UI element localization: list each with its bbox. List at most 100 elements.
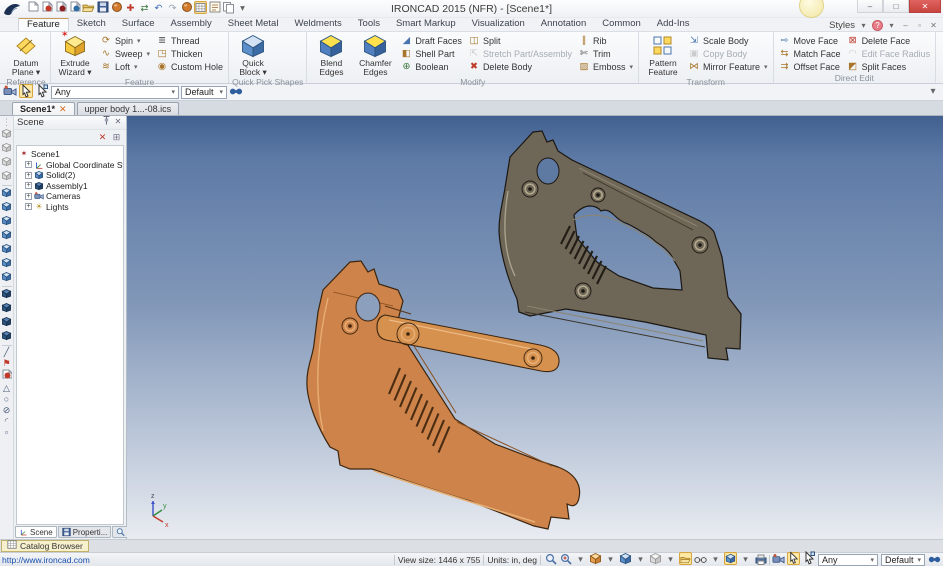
tab-sheet-metal[interactable]: Sheet Metal	[220, 17, 287, 31]
zoom-extents-button[interactable]	[559, 552, 572, 566]
loft-button[interactable]: ≋Loft▾	[98, 61, 152, 73]
blue-cube-button[interactable]	[1, 271, 12, 285]
split-button[interactable]: ◫Split	[466, 35, 574, 47]
minimize-ribbon-button[interactable]: –	[900, 20, 911, 32]
minimize-button[interactable]: –	[857, 0, 883, 13]
help-button[interactable]: ?	[872, 20, 883, 31]
rib-button[interactable]: ∥Rib	[576, 35, 635, 47]
chamfer-edges-button[interactable]: ChamferEdges	[354, 33, 396, 77]
delete-face-button[interactable]: ⊠Delete Face	[845, 35, 933, 47]
polyline-button[interactable]: ╱	[1, 347, 12, 358]
expand-icon[interactable]: +	[25, 172, 32, 179]
panel-tab-properti[interactable]: Properti...	[58, 526, 112, 538]
emboss-button[interactable]: ▨Emboss▾	[576, 61, 635, 73]
stretch-part-assembly-button[interactable]: ⇱Stretch Part/Assembly	[466, 48, 574, 60]
cad-model-upper-body-dark[interactable]	[499, 131, 741, 360]
gray-cube-button[interactable]	[1, 142, 12, 156]
expand-icon[interactable]: +	[25, 161, 32, 168]
draft-faces-button[interactable]: ◢Draft Faces	[398, 35, 464, 47]
save-button[interactable]	[96, 1, 109, 17]
styles-caret-button[interactable]: ▾	[886, 20, 897, 32]
ironcad-link[interactable]: http://www.ironcad.com	[2, 555, 120, 565]
close-button[interactable]: ✕	[909, 0, 941, 13]
navy-cube-button[interactable]	[1, 330, 12, 344]
extrude-wizard-button[interactable]: ✶ExtrudeWizard ▾	[54, 33, 96, 77]
offset-face-button[interactable]: ⇉Offset Face	[777, 61, 843, 73]
3d-viewport[interactable]: z y x	[127, 116, 943, 539]
delete-body-button[interactable]: ✖Delete Body	[466, 61, 574, 73]
thread-button[interactable]: ≣Thread	[154, 35, 225, 47]
tab-add-ins[interactable]: Add-Ins	[649, 17, 698, 31]
tree-item-global-coordinate-system[interactable]: +Global Coordinate System	[19, 160, 123, 171]
more-button[interactable]: ▾	[236, 2, 249, 15]
add-red-button[interactable]: ✚	[124, 2, 137, 15]
expand-icon[interactable]: +	[25, 193, 32, 200]
scale-body-button[interactable]: ⇲Scale Body	[686, 35, 770, 47]
scene-mode-button[interactable]	[3, 84, 17, 100]
update-tree-button[interactable]: ⊞	[111, 132, 122, 143]
scene-settings-cube-button[interactable]	[724, 552, 737, 566]
blend-edges-button[interactable]: BlendEdges	[310, 33, 352, 77]
boolean-button[interactable]: ⊕Boolean	[398, 61, 464, 73]
restore-button[interactable]: □	[883, 0, 909, 13]
gray-cube-button[interactable]	[1, 156, 12, 170]
status-configuration-combo[interactable]: Default▾	[881, 554, 925, 566]
new-scene-button[interactable]	[26, 1, 39, 17]
styles-menu[interactable]: Styles	[829, 20, 855, 31]
navy-cube-button[interactable]	[1, 302, 12, 316]
edit-doc-button[interactable]	[68, 1, 81, 17]
catalog-item-button[interactable]	[194, 1, 207, 16]
sphere-button[interactable]	[180, 1, 193, 17]
tab-smart-markup[interactable]: Smart Markup	[388, 17, 464, 31]
render-options-button[interactable]	[589, 552, 602, 566]
mirror-feature-button[interactable]: ⋈Mirror Feature▾	[686, 61, 770, 73]
link-parts-button[interactable]: ⇄	[138, 2, 151, 15]
gray-cube-button[interactable]	[1, 128, 12, 142]
blue-cube-button[interactable]	[1, 229, 12, 243]
shell-part-button[interactable]: ◧Shell Part	[398, 48, 464, 60]
close-doc-button[interactable]	[54, 1, 67, 17]
render-print-button[interactable]	[754, 553, 767, 566]
document-tab-upper-body-1-08-ics[interactable]: upper body 1...-08.ics	[77, 102, 180, 115]
split-faces-button[interactable]: ◩Split Faces	[845, 61, 933, 73]
thicken-button[interactable]: ◳Thicken	[154, 48, 225, 60]
triangle-button[interactable]: △	[1, 383, 12, 394]
close-ribbon-button[interactable]: ✕	[928, 20, 939, 32]
red-pin-button[interactable]: ⚑	[1, 358, 12, 369]
blue-cube-button[interactable]	[1, 257, 12, 271]
circle-button[interactable]: ○	[1, 394, 12, 405]
tab-common[interactable]: Common	[594, 17, 649, 31]
copy-body-button[interactable]: ▣Copy Body	[686, 48, 770, 60]
select-cursor-button[interactable]	[787, 552, 800, 566]
redo-button[interactable]: ↷	[166, 2, 179, 15]
scene-mode-button[interactable]	[772, 552, 785, 566]
pin-button[interactable]	[101, 116, 111, 130]
tab-surface[interactable]: Surface	[114, 17, 163, 31]
datum-plane-button[interactable]: DatumPlane ▾	[5, 33, 47, 77]
panel-close-button[interactable]: ✕	[113, 116, 123, 130]
panel-tab-scene[interactable]: Scene	[15, 526, 57, 538]
gray-cube-button[interactable]	[1, 170, 12, 184]
delete-red-button[interactable]: ✕	[97, 132, 108, 143]
catalog-browser-button[interactable]: Catalog Browser	[1, 540, 89, 552]
tab-weldments[interactable]: Weldments	[286, 17, 349, 31]
expand-icon[interactable]: +	[25, 203, 32, 210]
view-glasses-button[interactable]	[694, 553, 707, 566]
status-filter-combo[interactable]: Any▾	[818, 554, 878, 566]
tree-item-cameras[interactable]: +Cameras	[19, 191, 123, 202]
blue-cube-button[interactable]	[1, 243, 12, 257]
select-shape-button[interactable]	[802, 552, 815, 566]
sweep-button[interactable]: ∿Sweep▾	[98, 48, 152, 60]
expand-icon[interactable]: +	[25, 182, 32, 189]
tab-annotation[interactable]: Annotation	[533, 17, 594, 31]
custom-hole-button[interactable]: ◉Custom Hole	[154, 61, 225, 73]
styles-caret-button[interactable]: ▾	[858, 20, 869, 32]
blue-cube-button[interactable]	[1, 201, 12, 215]
quick-block-button[interactable]: QuickBlock ▾	[232, 33, 274, 77]
undo-button[interactable]: ↶	[152, 2, 165, 15]
open-catalog-file-button[interactable]	[40, 1, 53, 17]
blue-cube-button[interactable]	[1, 187, 12, 201]
open-folder-button[interactable]	[82, 1, 95, 17]
pattern-feature-button[interactable]: PatternFeature	[642, 33, 684, 77]
render-scene-button[interactable]	[110, 1, 123, 17]
